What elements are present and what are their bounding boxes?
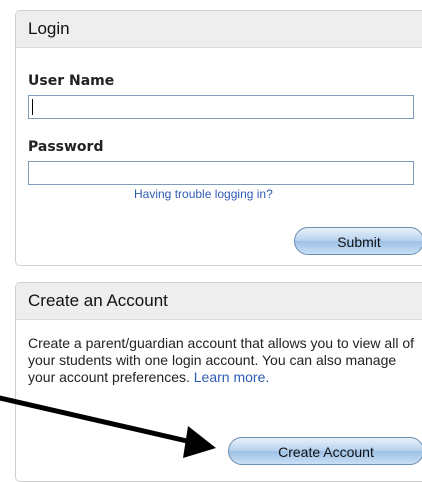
- create-account-header: Create an Account: [16, 283, 422, 320]
- create-account-button[interactable]: Create Account: [228, 437, 422, 465]
- account-description: Create a parent/guardian account that al…: [28, 335, 420, 386]
- learn-more-link[interactable]: Learn more.: [194, 369, 269, 385]
- submit-button[interactable]: Submit: [294, 227, 422, 255]
- password-label: Password: [28, 139, 104, 155]
- login-header: Login: [16, 11, 422, 48]
- login-panel: Login User Name Password Having trouble …: [15, 10, 422, 266]
- username-input[interactable]: [28, 95, 414, 119]
- trouble-logging-in-link[interactable]: Having trouble logging in?: [134, 187, 273, 201]
- password-input[interactable]: [28, 161, 414, 185]
- text-caret: [32, 99, 33, 115]
- create-account-panel: Create an Account Create a parent/guardi…: [15, 282, 422, 482]
- username-label: User Name: [28, 73, 115, 89]
